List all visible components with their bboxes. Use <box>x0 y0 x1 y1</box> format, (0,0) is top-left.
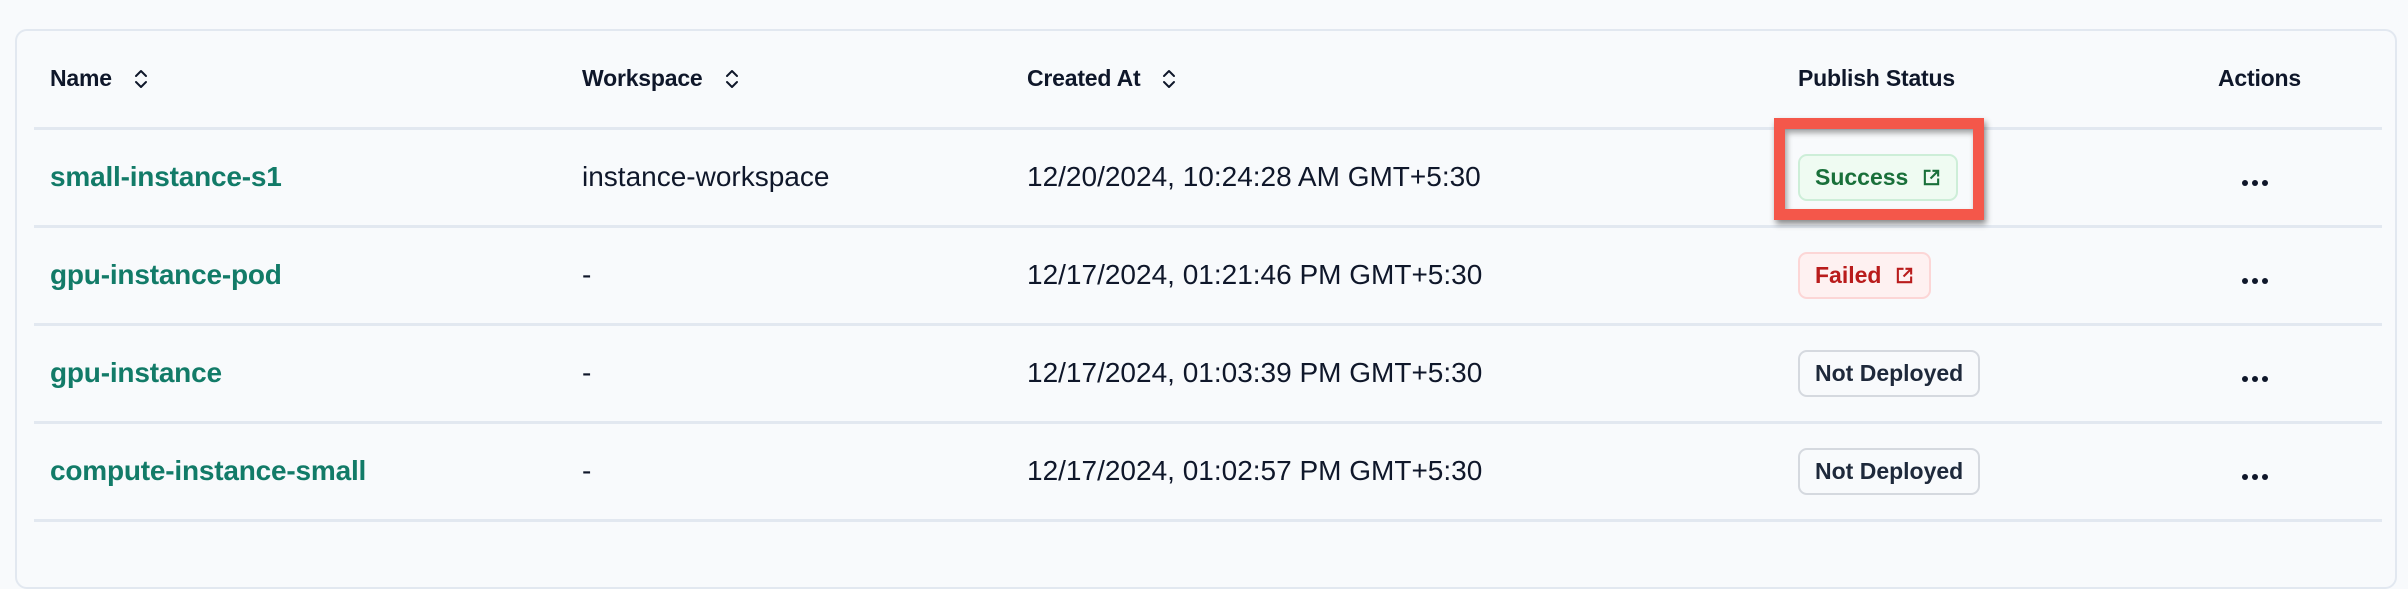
status-badge-label: Failed <box>1815 261 1882 288</box>
status-badge-not-deployed: Not Deployed <box>1798 349 1981 397</box>
table-row: small-instance-s1 instance-workspace 12/… <box>34 128 2382 228</box>
status-badge-label: Not Deployed <box>1815 457 1964 484</box>
column-header-publish-status: Publish Status <box>1782 31 2202 130</box>
table-row: compute-instance-small - 12/17/2024, 01:… <box>34 422 2382 522</box>
instance-name-link[interactable]: compute-instance-small <box>50 455 366 486</box>
instances-table-card: Name Workspace Created At Publish Status… <box>15 29 2397 589</box>
column-header-workspace[interactable]: Workspace <box>566 31 1011 130</box>
workspace-cell: - <box>566 422 1011 522</box>
sort-updown-icon[interactable] <box>1162 67 1176 91</box>
column-header-created-at[interactable]: Created At <box>1011 31 1782 130</box>
row-actions-button[interactable] <box>2236 272 2274 290</box>
status-badge-label: Not Deployed <box>1815 359 1964 386</box>
table-row: gpu-instance - 12/17/2024, 01:03:39 PM G… <box>34 324 2382 424</box>
row-actions-button[interactable] <box>2236 370 2274 388</box>
created-at-cell: 12/17/2024, 01:03:39 PM GMT+5:30 <box>1011 324 1782 424</box>
created-at-cell: 12/20/2024, 10:24:28 AM GMT+5:30 <box>1011 128 1782 228</box>
row-actions-button[interactable] <box>2236 174 2274 192</box>
column-header-actions: Actions <box>2202 31 2382 130</box>
more-horizontal-icon <box>2242 376 2248 382</box>
instances-table: Name Workspace Created At Publish Status… <box>34 31 2382 522</box>
workspace-cell: instance-workspace <box>566 128 1011 228</box>
created-at-cell: 12/17/2024, 01:02:57 PM GMT+5:30 <box>1011 422 1782 522</box>
status-badge-failed[interactable]: Failed <box>1798 251 1932 299</box>
instance-name-link[interactable]: gpu-instance <box>50 357 222 388</box>
status-badge-label: Success <box>1815 163 1909 190</box>
column-header-label: Name <box>50 65 112 92</box>
created-at-cell: 12/17/2024, 01:21:46 PM GMT+5:30 <box>1011 226 1782 326</box>
external-link-icon <box>1924 169 1940 185</box>
workspace-cell: - <box>566 324 1011 424</box>
more-horizontal-icon <box>2242 180 2248 186</box>
table-row: gpu-instance-pod - 12/17/2024, 01:21:46 … <box>34 226 2382 326</box>
status-badge-success[interactable]: Success <box>1798 153 1959 201</box>
external-link-icon <box>1897 267 1913 283</box>
instance-name-link[interactable]: small-instance-s1 <box>50 161 282 192</box>
more-horizontal-icon <box>2242 278 2248 284</box>
instance-name-link[interactable]: gpu-instance-pod <box>50 259 282 290</box>
column-header-label: Created At <box>1027 65 1141 92</box>
column-header-name[interactable]: Name <box>34 31 566 130</box>
workspace-cell: - <box>566 226 1011 326</box>
table-header-row: Name Workspace Created At Publish Status… <box>34 31 2382 130</box>
status-badge-not-deployed: Not Deployed <box>1798 447 1981 495</box>
sort-updown-icon[interactable] <box>134 67 148 91</box>
more-horizontal-icon <box>2242 474 2248 480</box>
row-actions-button[interactable] <box>2236 468 2274 486</box>
column-header-label: Workspace <box>582 65 703 92</box>
sort-updown-icon[interactable] <box>725 67 739 91</box>
